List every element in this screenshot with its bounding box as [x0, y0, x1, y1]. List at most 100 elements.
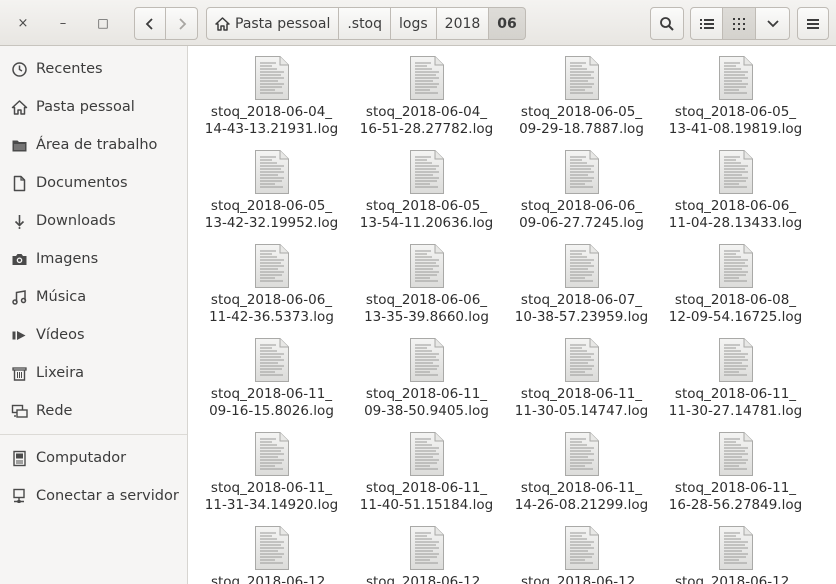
search-button[interactable]: [650, 7, 684, 40]
file-name: stoq_2018-06-11_ 16-28-56.27849.log: [668, 480, 803, 513]
sidebar-item-computador[interactable]: Computador: [0, 439, 187, 477]
breadcrumb: Pasta pessoal .stoq logs 2018 06: [206, 7, 526, 40]
breadcrumb-label: logs: [399, 15, 428, 32]
sidebar-item-recentes[interactable]: Recentes: [0, 50, 187, 88]
file-name: stoq_2018-06-05_ 13-42-32.19952.log: [204, 198, 339, 231]
view-options-button[interactable]: [756, 7, 790, 40]
breadcrumb-label: Pasta pessoal: [235, 15, 331, 32]
file-item[interactable]: stoq_2018-06-05_ 13-54-11.20636.log: [349, 140, 504, 234]
text-file-icon: [409, 432, 444, 476]
text-file-icon: [564, 150, 599, 194]
file-item[interactable]: stoq_2018-06-07_ 10-38-57.23959.log: [504, 234, 659, 328]
hamburger-menu-icon: [807, 18, 819, 29]
file-item[interactable]: stoq_2018-06-11_ 14-26-08.21299.log: [504, 422, 659, 516]
text-file-icon: [718, 338, 753, 382]
back-button[interactable]: [134, 7, 166, 40]
file-name: stoq_2018-06-07_ 10-38-57.23959.log: [514, 292, 649, 325]
text-file-icon: [409, 150, 444, 194]
file-name: stoq_2018-06-12_: [210, 574, 333, 584]
file-name: stoq_2018-06-11_ 09-38-50.9405.log: [364, 386, 489, 419]
breadcrumb-label: 06: [497, 15, 517, 32]
close-window-button[interactable]: ×: [8, 8, 38, 38]
breadcrumb-2018[interactable]: 2018: [436, 7, 490, 40]
file-name: stoq_2018-06-05_ 13-41-08.19819.log: [668, 104, 803, 137]
sidebar-item-label: Pasta pessoal: [36, 99, 135, 115]
minimize-icon: –: [59, 15, 67, 31]
sidebar-item-pasta-pessoal[interactable]: Pasta pessoal: [0, 88, 187, 126]
breadcrumb-logs[interactable]: logs: [391, 7, 437, 40]
chevron-down-icon: [766, 19, 779, 27]
file-item[interactable]: stoq_2018-06-04_ 16-51-28.27782.log: [349, 46, 504, 140]
file-name: stoq_2018-06-11_ 11-30-05.14747.log: [514, 386, 649, 419]
text-file-icon: [564, 432, 599, 476]
sidebar-item-imagens[interactable]: Imagens: [0, 240, 187, 278]
trash-icon: [12, 366, 27, 381]
video-icon: [12, 330, 26, 340]
sidebar-item-label: Documentos: [36, 175, 128, 191]
text-file-icon: [564, 338, 599, 382]
file-name: stoq_2018-06-06_ 13-35-39.8660.log: [364, 292, 489, 325]
home-icon: [11, 99, 28, 115]
header-bar: × – □ Pasta pessoal .stoq logs 2018 06: [0, 0, 836, 46]
file-item[interactable]: stoq_2018-06-04_ 14-43-13.21931.log: [194, 46, 349, 140]
maximize-window-button[interactable]: □: [88, 8, 118, 38]
file-item[interactable]: stoq_2018-06-06_ 09-06-27.7245.log: [504, 140, 659, 234]
breadcrumb-06[interactable]: 06: [489, 7, 526, 40]
breadcrumb-home[interactable]: Pasta pessoal: [206, 7, 340, 40]
file-item[interactable]: stoq_2018-06-08_ 12-09-54.16725.log: [658, 234, 813, 328]
sidebar-item-lixeira[interactable]: Lixeira: [0, 354, 187, 392]
forward-button[interactable]: [166, 7, 198, 40]
text-file-icon: [254, 56, 289, 100]
list-view-button[interactable]: [690, 7, 723, 40]
file-item[interactable]: stoq_2018-06-05_ 13-41-08.19819.log: [658, 46, 813, 140]
file-item[interactable]: stoq_2018-06-11_ 11-31-34.14920.log: [194, 422, 349, 516]
breadcrumb-stoq[interactable]: .stoq: [339, 7, 392, 40]
file-name: stoq_2018-06-08_ 12-09-54.16725.log: [668, 292, 803, 325]
sidebar-item-area-de-trabalho[interactable]: Área de trabalho: [0, 126, 187, 164]
file-item[interactable]: stoq_2018-06-11_ 11-40-51.15184.log: [349, 422, 504, 516]
text-file-icon: [254, 526, 289, 570]
sidebar-item-conectar-servidor[interactable]: Conectar a servidor: [0, 477, 187, 515]
file-name: stoq_2018-06-11_ 14-26-08.21299.log: [514, 480, 649, 513]
menu-button[interactable]: [797, 7, 829, 40]
sidebar-item-label: Conectar a servidor: [36, 488, 179, 504]
file-item[interactable]: stoq_2018-06-05_ 13-42-32.19952.log: [194, 140, 349, 234]
file-item[interactable]: stoq_2018-06-06_ 11-04-28.13433.log: [658, 140, 813, 234]
text-file-icon: [718, 432, 753, 476]
search-icon: [660, 16, 674, 31]
file-item[interactable]: stoq_2018-06-06_ 11-42-36.5373.log: [194, 234, 349, 328]
sidebar-item-musica[interactable]: Música: [0, 278, 187, 316]
file-item[interactable]: stoq_2018-06-12_: [504, 516, 659, 584]
file-item[interactable]: stoq_2018-06-11_ 11-30-27.14781.log: [658, 328, 813, 422]
file-item[interactable]: stoq_2018-06-11_ 09-16-15.8026.log: [194, 328, 349, 422]
sidebar: Recentes Pasta pessoal Área de trabalho …: [0, 46, 188, 584]
close-icon: ×: [17, 15, 29, 31]
breadcrumb-label: .stoq: [347, 15, 383, 32]
sidebar-item-documentos[interactable]: Documentos: [0, 164, 187, 202]
sidebar-item-label: Vídeos: [36, 327, 85, 343]
file-item[interactable]: stoq_2018-06-11_ 09-38-50.9405.log: [349, 328, 504, 422]
file-item[interactable]: stoq_2018-06-12_: [349, 516, 504, 584]
sidebar-item-videos[interactable]: Vídeos: [0, 316, 187, 354]
file-item[interactable]: stoq_2018-06-11_ 16-28-56.27849.log: [658, 422, 813, 516]
text-file-icon: [409, 244, 444, 288]
sidebar-item-rede[interactable]: Rede: [0, 392, 187, 430]
sidebar-item-label: Computador: [36, 450, 127, 466]
file-item[interactable]: stoq_2018-06-06_ 13-35-39.8660.log: [349, 234, 504, 328]
text-file-icon: [564, 526, 599, 570]
minimize-window-button[interactable]: –: [48, 8, 78, 38]
file-item[interactable]: stoq_2018-06-05_ 09-29-18.7887.log: [504, 46, 659, 140]
text-file-icon: [564, 244, 599, 288]
file-item[interactable]: stoq_2018-06-11_ 11-30-05.14747.log: [504, 328, 659, 422]
file-name: stoq_2018-06-05_ 09-29-18.7887.log: [519, 104, 644, 137]
file-item[interactable]: stoq_2018-06-12_: [194, 516, 349, 584]
file-name: stoq_2018-06-06_ 11-42-36.5373.log: [209, 292, 334, 325]
sidebar-item-label: Lixeira: [36, 365, 85, 381]
grid-view-button[interactable]: [723, 7, 756, 40]
file-name: stoq_2018-06-11_ 09-16-15.8026.log: [209, 386, 334, 419]
file-name: stoq_2018-06-06_ 11-04-28.13433.log: [668, 198, 803, 231]
file-item[interactable]: stoq_2018-06-12_: [658, 516, 813, 584]
text-file-icon: [718, 56, 753, 100]
chevron-left-icon: [145, 17, 153, 30]
sidebar-item-downloads[interactable]: Downloads: [0, 202, 187, 240]
